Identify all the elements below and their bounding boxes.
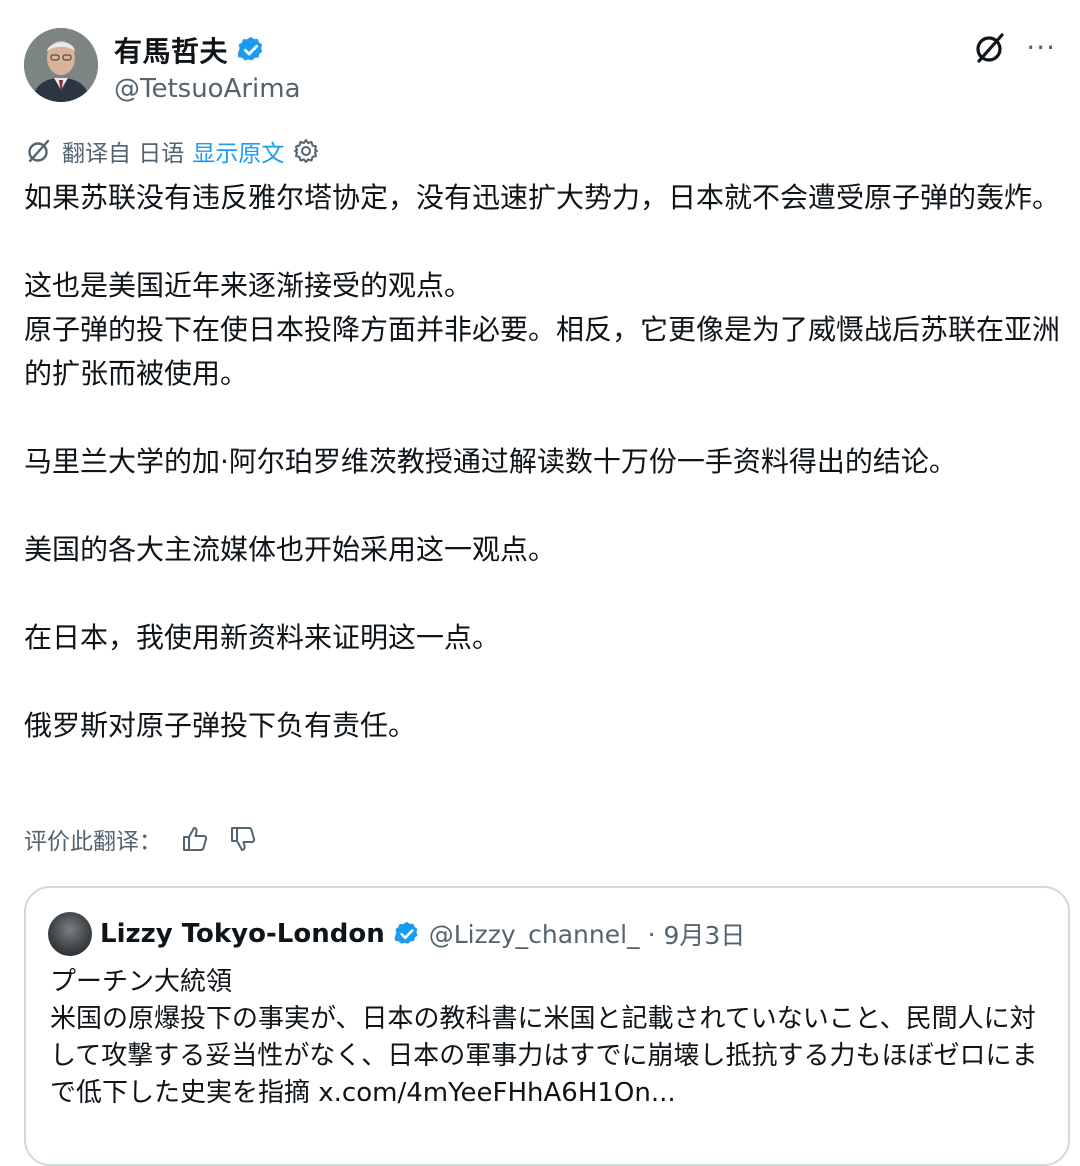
show-original-link[interactable]: 显示原文 (192, 134, 284, 168)
verified-badge-icon (393, 920, 421, 948)
thumbs-down-icon[interactable] (228, 824, 258, 854)
thumbs-up-icon[interactable] (180, 824, 210, 854)
post-text: 如果苏联没有违反雅尔塔协定，没有迅速扩大势力，日本就不会遭受原子弹的轰炸。 这也… (24, 176, 1070, 748)
post-paragraph: 美国的各大主流媒体也开始采用这一观点。 (24, 533, 557, 566)
quoted-post-text: プーチン大統領 米国の原爆投下の事実が、日本の教科書に米国と記載されていないこと… (50, 964, 1050, 1112)
translation-bar: 翻译自 日语 显示原文 (24, 134, 320, 168)
separator-dot: · (647, 919, 656, 949)
quoted-post-link[interactable]: x.com/4mYeeFHhA6H1On... (318, 1078, 675, 1108)
quoted-author-name[interactable]: Lizzy Tokyo-London (100, 919, 385, 949)
quoted-author-avatar[interactable] (48, 912, 92, 956)
quoted-line: プーチン大統領 (50, 967, 233, 997)
author-avatar[interactable] (24, 28, 98, 102)
more-options-icon[interactable]: ··· (1026, 34, 1056, 62)
translated-from-label: 翻译自 日语 (62, 141, 185, 167)
grok-icon[interactable] (972, 30, 1008, 66)
post-paragraph: 马里兰大学的加·阿尔珀罗维茨教授通过解读数十万份一手资料得出的结论。 (24, 445, 957, 478)
post-paragraph: 在日本，我使用新资料来证明这一点。 (24, 621, 501, 654)
post-header: 有馬哲夫 @TetsuoArima ··· (24, 24, 1056, 108)
rate-translation-label: 评价此翻译： (24, 829, 162, 855)
quoted-post-date[interactable]: 9月3日 (664, 916, 746, 952)
post-paragraph: 俄罗斯对原子弹投下负有责任。 (24, 709, 417, 742)
verified-badge-icon[interactable] (236, 35, 266, 65)
post-paragraph: 如果苏联没有违反雅尔塔协定，没有迅速扩大势力，日本就不会遭受原子弹的轰炸。 (24, 181, 1061, 214)
quoted-post-card[interactable]: Lizzy Tokyo-London @Lizzy_channel_ · 9月3… (24, 886, 1070, 1166)
quoted-post-header: Lizzy Tokyo-London @Lizzy_channel_ · 9月3… (48, 912, 745, 956)
top-actions: ··· (972, 30, 1056, 66)
quoted-author-handle[interactable]: @Lizzy_channel_ (429, 920, 640, 949)
name-row: 有馬哲夫 (114, 30, 266, 70)
rate-translation-row: 评价此翻译： (24, 822, 258, 856)
author-display-name[interactable]: 有馬哲夫 (114, 30, 228, 70)
post-paragraph: 这也是美国近年来逐渐接受的观点。 原子弹的投下在使日本投降方面并非必要。相反，它… (24, 269, 1061, 390)
translation-settings-gear-icon[interactable] (292, 137, 320, 165)
author-handle[interactable]: @TetsuoArima (114, 74, 301, 104)
translate-icon (24, 136, 54, 166)
